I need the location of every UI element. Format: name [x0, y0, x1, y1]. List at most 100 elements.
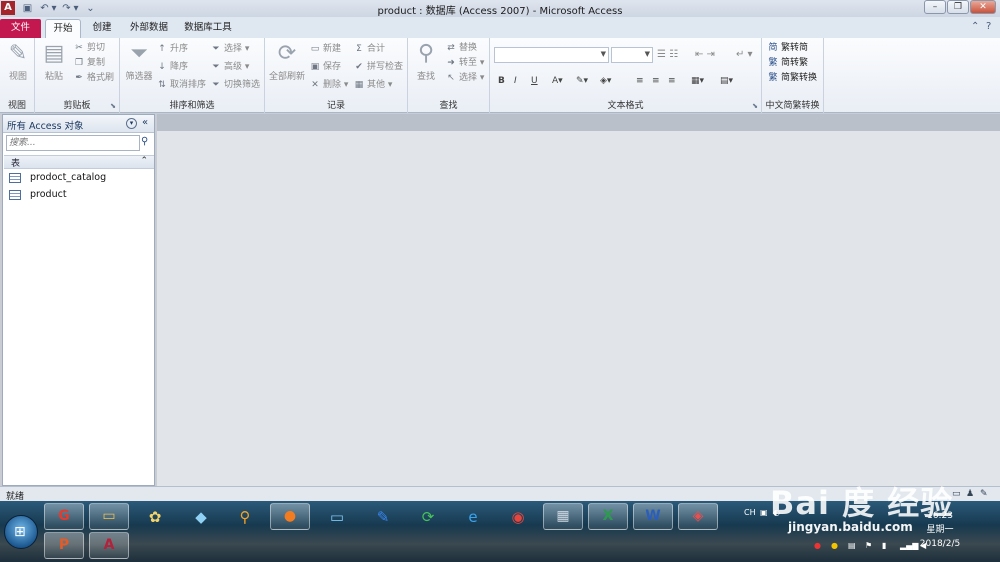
- italic-button[interactable]: I: [514, 74, 517, 88]
- totals-label: 合计: [367, 44, 386, 54]
- search-icon[interactable]: ⚲: [141, 136, 148, 147]
- nav-group-tables[interactable]: 表 ⌃: [4, 155, 154, 169]
- calculator-icon[interactable]: ▦: [543, 503, 583, 530]
- word-icon[interactable]: W: [633, 503, 673, 530]
- access-taskbar-icon[interactable]: A: [89, 532, 129, 559]
- to-traditional-button[interactable]: 繁简转繁: [767, 56, 808, 70]
- powerpoint-icon[interactable]: P: [44, 532, 84, 559]
- magnifier-icon[interactable]: ⚲: [230, 504, 260, 531]
- tab-home[interactable]: 开始: [45, 19, 81, 38]
- paste-button[interactable]: ▤ 粘贴: [39, 41, 69, 82]
- toggle-filter-button[interactable]: ⏷ 切换筛选: [210, 78, 260, 92]
- watermark-url: jingyan.baidu.com: [788, 520, 913, 534]
- align-right-icon[interactable]: ≡: [668, 74, 676, 88]
- nav-pane-title: 所有 Access 对象: [7, 121, 84, 132]
- replace-button[interactable]: ⇄ 替换: [445, 41, 477, 55]
- app-icon[interactable]: ◆: [186, 504, 216, 531]
- nav-item-product[interactable]: product: [9, 187, 67, 203]
- align-center-icon[interactable]: ≡: [652, 74, 660, 88]
- toggle-filter-icon: ⏷: [212, 80, 220, 90]
- format-painter-button[interactable]: ✒ 格式刷: [73, 71, 114, 85]
- copy-button[interactable]: ❐ 复制: [73, 56, 105, 70]
- start-button[interactable]: ⊞: [4, 515, 38, 549]
- tab-file[interactable]: 文件: [0, 19, 41, 38]
- taskbar-app-icon[interactable]: G: [44, 503, 84, 530]
- background-color-icon[interactable]: ◈▾: [600, 74, 611, 88]
- chevron-down-icon[interactable]: ▾: [126, 118, 137, 129]
- minimize-button[interactable]: –: [924, 0, 946, 14]
- save-record-label: 保存: [323, 62, 342, 72]
- view-icon: ✎: [8, 41, 28, 66]
- chrome-icon[interactable]: ◉: [503, 504, 533, 531]
- bullets-icon[interactable]: ☰ ☷: [657, 48, 678, 62]
- paragraph-icon[interactable]: ↵ ▾: [736, 48, 753, 62]
- bold-button[interactable]: B: [498, 74, 505, 88]
- collapse-group-icon[interactable]: ⌃: [140, 156, 148, 166]
- remove-sort-button[interactable]: ⇅ 取消排序: [156, 78, 206, 92]
- collapse-pane-icon[interactable]: «: [142, 117, 148, 128]
- advanced-button[interactable]: ⏷ 高级 ▾: [210, 60, 249, 74]
- watermark-logo: Bai 度 经验: [770, 484, 954, 522]
- find-button[interactable]: ⚲ 查找: [411, 41, 441, 82]
- select-label: 选择: [459, 73, 478, 83]
- filter-label: 筛选器: [125, 72, 153, 82]
- input-language[interactable]: CH: [744, 508, 756, 517]
- sort-filter-group-label: 排序和筛选: [169, 101, 215, 111]
- nav-group-label: 表: [11, 159, 21, 169]
- tab-database-tools[interactable]: 数据库工具: [178, 19, 238, 38]
- spelling-button[interactable]: ✔ 拼写检查: [353, 60, 403, 74]
- to-simplified-button[interactable]: 简繁转简: [767, 41, 808, 55]
- clipboard-launcher-icon[interactable]: ⬊: [110, 102, 116, 110]
- alternate-row-color-icon[interactable]: ▤▾: [720, 74, 733, 88]
- nav-pane-header[interactable]: 所有 Access 对象 ▾ «: [3, 115, 154, 133]
- minimize-ribbon-icon[interactable]: ⌃: [971, 21, 979, 32]
- filter-button[interactable]: ⏷ 筛选器: [122, 41, 156, 82]
- excel-icon[interactable]: X: [588, 503, 628, 530]
- text-format-launcher-icon[interactable]: ⬊: [752, 102, 758, 110]
- paste-label: 粘贴: [44, 72, 63, 82]
- convert-label: 简繁转换: [781, 73, 818, 83]
- refresh-all-button[interactable]: ⟳ 全部刷新: [267, 41, 307, 82]
- view-button[interactable]: ✎ 视图: [3, 41, 33, 82]
- gridlines-icon[interactable]: ▦▾: [691, 74, 704, 88]
- ie-icon[interactable]: e: [458, 504, 488, 531]
- feather-icon[interactable]: ✎: [368, 504, 398, 531]
- align-left-icon[interactable]: ≡: [636, 74, 644, 88]
- title-bar: A ▣ ↶ ▾ ↷ ▾ ⌄ product : 数据库 (Access 2007…: [0, 0, 1000, 17]
- save-record-button[interactable]: ▣ 保存: [309, 60, 341, 74]
- close-button[interactable]: ✕: [970, 0, 996, 14]
- restore-button[interactable]: ❐: [947, 0, 969, 14]
- firefox-icon[interactable]: ●: [270, 503, 310, 530]
- video-icon[interactable]: ▭: [322, 504, 352, 531]
- tab-external-data[interactable]: 外部数据: [124, 19, 174, 38]
- underline-button[interactable]: U: [531, 74, 538, 88]
- cut-button[interactable]: ✂ 剪切: [73, 41, 105, 55]
- ascending-button[interactable]: ↑ 升序: [156, 42, 188, 56]
- descending-button[interactable]: ↓ 降序: [156, 60, 188, 74]
- find-label: 查找: [416, 72, 435, 82]
- paint-icon[interactable]: ✿: [140, 504, 170, 531]
- new-record-button[interactable]: ▭ 新建: [309, 42, 341, 56]
- font-color-icon[interactable]: A▾: [552, 74, 563, 88]
- font-name-combobox[interactable]: ▼: [494, 47, 609, 63]
- help-icon[interactable]: ?: [986, 21, 991, 32]
- font-size-combobox[interactable]: ▼: [611, 47, 653, 63]
- tab-create[interactable]: 创建: [84, 19, 120, 38]
- highlight-icon[interactable]: ✎▾: [576, 74, 588, 88]
- paint-app-icon[interactable]: ◈: [678, 503, 718, 530]
- select-button[interactable]: ↖ 选择 ▾: [445, 71, 484, 85]
- delete-label: 删除: [323, 80, 342, 90]
- delete-icon: ✕: [311, 80, 319, 90]
- selection-button[interactable]: ⏷ 选择 ▾: [210, 42, 249, 56]
- more-button[interactable]: ▦ 其他 ▾: [353, 78, 393, 92]
- goto-button[interactable]: ➜ 转至 ▾: [445, 56, 484, 70]
- delete-record-button[interactable]: ✕ 删除 ▾: [309, 78, 348, 92]
- explorer-icon[interactable]: ▭: [89, 503, 129, 530]
- nav-search-input[interactable]: [6, 135, 140, 151]
- indent-icon[interactable]: ⇤ ⇥: [695, 48, 715, 62]
- totals-button[interactable]: Σ 合计: [353, 42, 385, 56]
- refresh-app-icon[interactable]: ⟳: [413, 504, 443, 531]
- convert-button[interactable]: 繁简繁转换: [767, 71, 817, 85]
- pointer-icon: ↖: [447, 73, 455, 83]
- nav-item-prodoct-catalog[interactable]: prodoct_catalog: [9, 170, 106, 186]
